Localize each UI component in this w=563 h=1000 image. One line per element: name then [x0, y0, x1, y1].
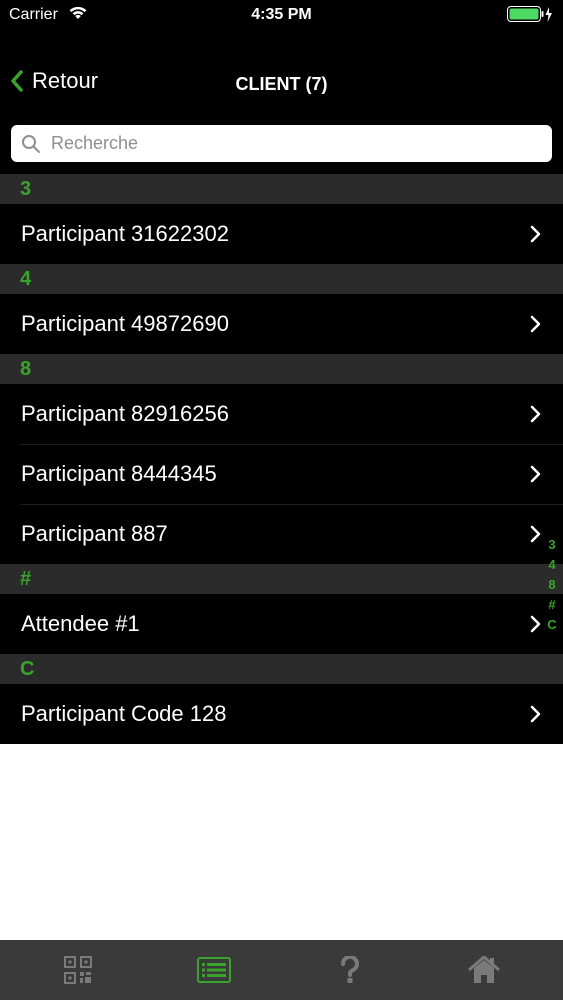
section-header: 3	[0, 174, 563, 204]
tab-help[interactable]	[280, 940, 420, 1000]
tab-scan[interactable]	[8, 940, 148, 1000]
section-header: 8	[0, 354, 563, 384]
tab-home[interactable]	[414, 940, 554, 1000]
help-icon	[340, 956, 359, 983]
list-item-label: Participant 49872690	[21, 311, 229, 336]
search-bar	[0, 118, 563, 174]
chevron-right-icon	[530, 405, 541, 423]
list-item[interactable]: Participant Code 128	[0, 684, 563, 744]
page-title: CLIENT (7)	[235, 74, 328, 94]
chevron-right-icon	[530, 225, 541, 243]
section-header: C	[0, 654, 563, 684]
list-item[interactable]: Participant 49872690	[0, 294, 563, 354]
list-item-label: Participant Code 128	[21, 701, 227, 726]
search-field[interactable]	[11, 125, 552, 162]
list-item[interactable]: Attendee #1	[0, 594, 563, 654]
list-icon	[197, 957, 231, 983]
chevron-right-icon	[530, 315, 541, 333]
section-index-item[interactable]: C	[542, 615, 562, 635]
list-item[interactable]: Participant 31622302	[0, 204, 563, 264]
list-item[interactable]: Participant 82916256	[0, 384, 563, 444]
tab-list[interactable]	[144, 940, 284, 1000]
qr-code-icon	[64, 956, 92, 984]
list-item-label: Participant 82916256	[21, 401, 229, 426]
chevron-right-icon	[530, 525, 541, 543]
search-icon	[22, 134, 40, 153]
list-item-label: Participant 8444345	[21, 461, 217, 486]
navigation-bar: Retour CLIENT (7)	[0, 30, 563, 118]
list-item[interactable]: Participant 887	[0, 504, 563, 564]
section-index-item[interactable]: 3	[542, 535, 562, 555]
section-index-item[interactable]: 8	[542, 575, 562, 595]
list-item[interactable]: Participant 8444345	[0, 444, 563, 504]
list-item-label: Participant 31622302	[21, 221, 229, 246]
section-header: 4	[0, 264, 563, 294]
chevron-right-icon	[530, 615, 541, 633]
battery-icon	[507, 6, 553, 28]
status-time: 4:35 PM	[251, 6, 312, 23]
list-item-label: Attendee #1	[21, 611, 140, 636]
chevron-right-icon	[530, 705, 541, 723]
section-index-item[interactable]: #	[542, 595, 562, 615]
tab-bar	[0, 940, 563, 1000]
chevron-right-icon	[530, 465, 541, 483]
section-header: #	[0, 564, 563, 594]
status-bar: Carrier 4:35 PM	[0, 0, 563, 30]
home-icon	[468, 956, 500, 983]
search-input[interactable]	[49, 132, 533, 155]
section-index: 3 4 8 # C	[542, 535, 562, 635]
list-item-label: Participant 887	[21, 521, 168, 546]
client-list: 3 Participant 31622302 4 Participant 498…	[0, 174, 563, 744]
section-index-item[interactable]: 4	[542, 555, 562, 575]
